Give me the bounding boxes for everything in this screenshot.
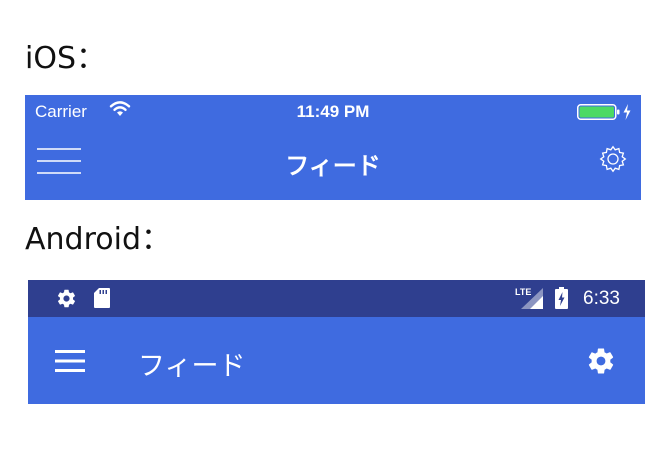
menu-icon[interactable] [55, 350, 85, 376]
status-time: 11:49 PM [296, 102, 370, 121]
lte-signal-icon: LTE [515, 286, 545, 314]
android-toolbar: フィード [28, 317, 645, 404]
ios-status-bar: Carrier 11:49 PM [25, 95, 641, 128]
lte-label: LTE [515, 287, 531, 297]
android-status-bar: LTE 6:33 [28, 280, 645, 317]
gear-icon[interactable] [586, 346, 616, 380]
ios-navigation-bar: Carrier 11:49 PM フィード [25, 95, 641, 200]
ios-section-label: iOS： [25, 41, 106, 76]
battery-charging-icon [555, 287, 568, 313]
nav-title: フィード [285, 152, 381, 180]
gear-icon [56, 288, 77, 313]
android-section-label: Android： [25, 222, 171, 257]
sd-card-icon [94, 288, 110, 312]
battery-icon [577, 103, 633, 125]
ios-nav-row: フィード [25, 128, 641, 200]
gear-icon[interactable] [597, 143, 629, 179]
status-time: 6:33 [583, 288, 620, 309]
toolbar-title: フィード [138, 351, 246, 382]
